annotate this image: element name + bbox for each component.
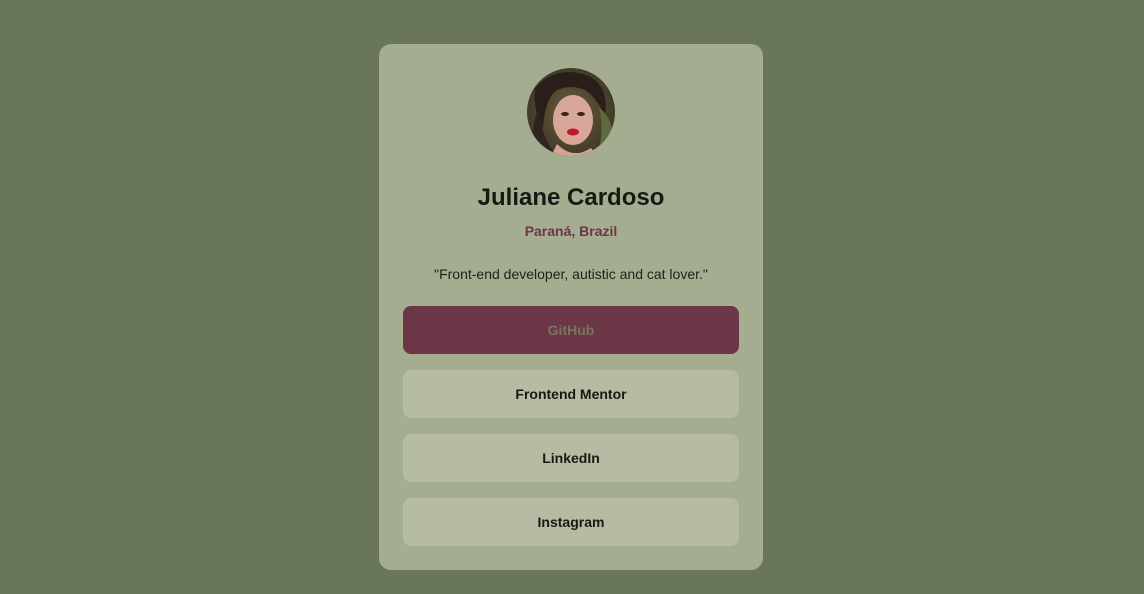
avatar-image [527,68,615,156]
linkedin-link-button[interactable]: LinkedIn [403,434,739,482]
profile-bio: "Front-end developer, autistic and cat l… [434,266,708,282]
github-link-button[interactable]: GitHub [403,306,739,354]
profile-location: Paraná, Brazil [524,223,618,239]
profile-name: Juliane Cardoso [477,184,665,211]
profile-card: Juliane Cardoso Paraná, Brazil "Front-en… [379,44,763,570]
frontend-mentor-link-button[interactable]: Frontend Mentor [403,370,739,418]
avatar [527,68,615,156]
instagram-link-button[interactable]: Instagram [403,498,739,546]
